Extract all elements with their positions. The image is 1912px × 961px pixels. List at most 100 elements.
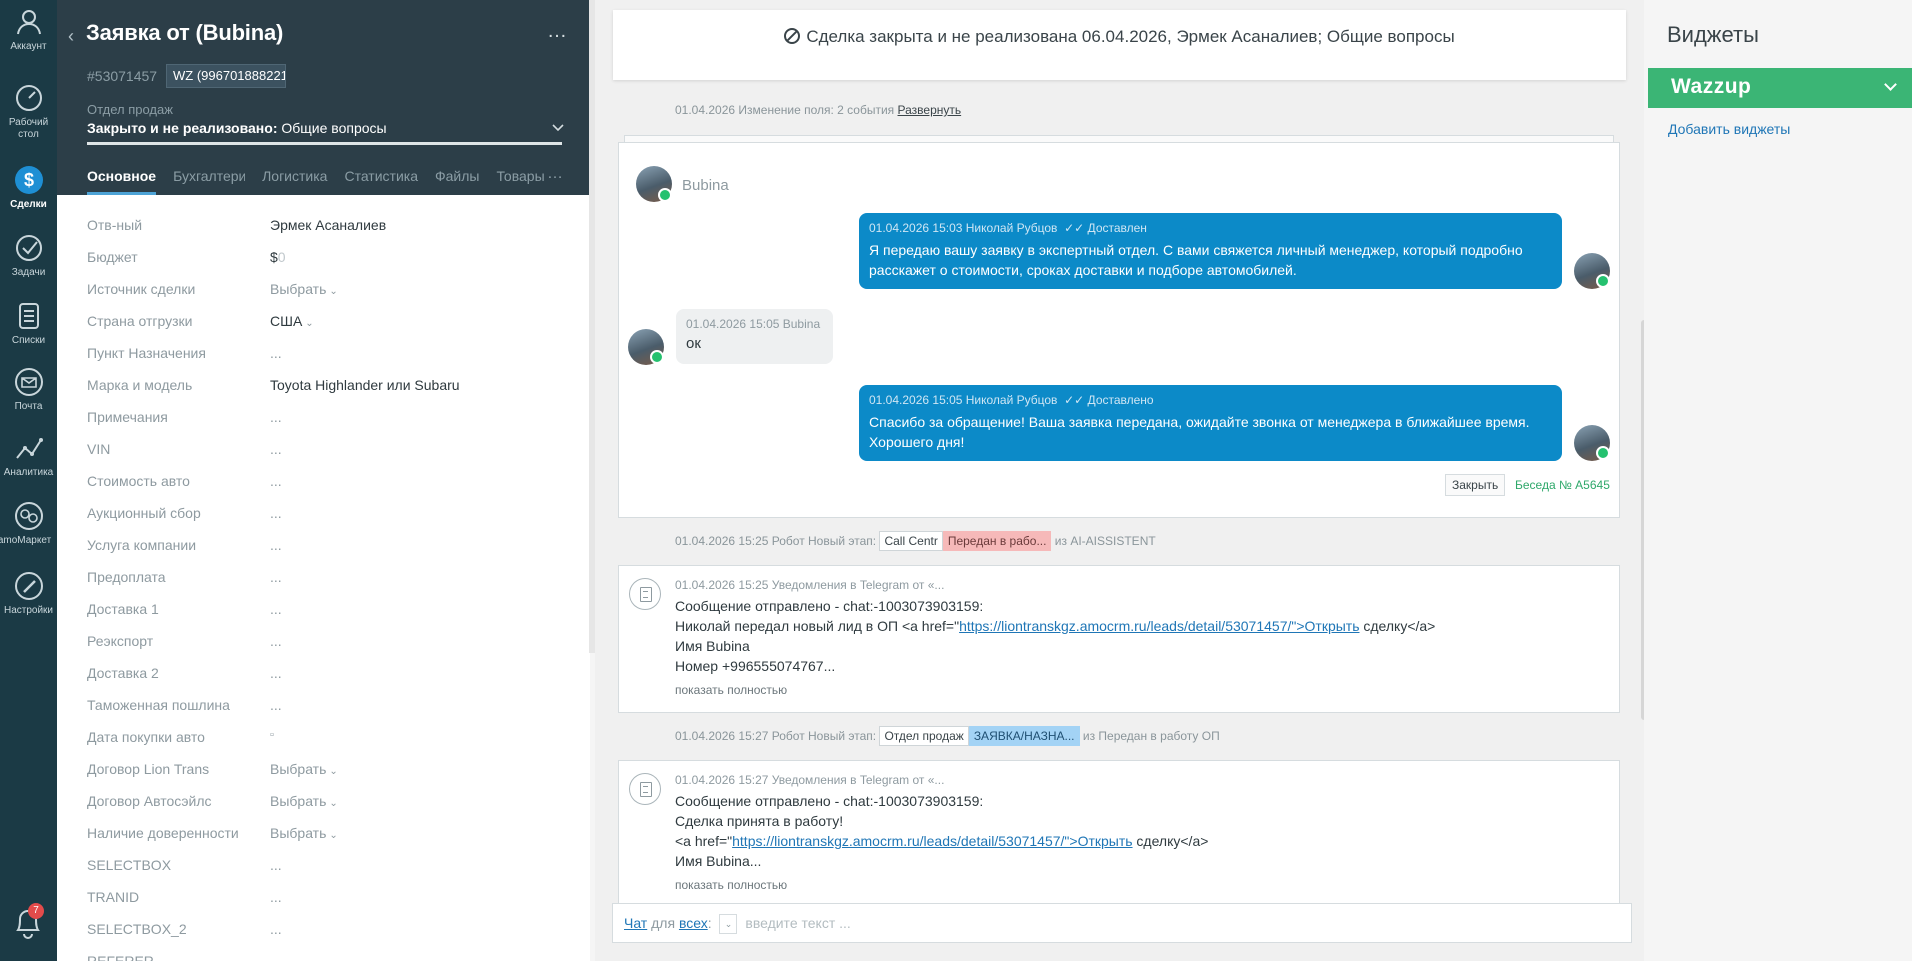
field-reexport[interactable]: Реэкспорт... — [87, 633, 567, 653]
field-value[interactable]: ... — [270, 441, 282, 457]
field-value[interactable]: ... — [270, 537, 282, 553]
field-value[interactable]: Эрмек Асаналиев — [270, 217, 386, 233]
field-contract-autosales[interactable]: Договор Автосэйлс Выбрать ⌄ — [87, 793, 567, 813]
tab-main[interactable]: Основное — [87, 165, 157, 195]
field-model[interactable]: Марка и модель Toyota Highlander или Suba… — [87, 377, 567, 397]
wazzup-logo: Wazzup — [1671, 75, 1752, 98]
show-full-link[interactable]: показать полностью — [675, 683, 787, 697]
lead-tag[interactable]: WZ (996701888221 — [166, 64, 286, 88]
field-value[interactable]: ... — [270, 473, 282, 489]
field-source[interactable]: Источник сделки Выбрать ⌄ — [87, 281, 567, 301]
expand-link[interactable]: Развернуть — [898, 103, 962, 117]
nav-dashboard[interactable]: Рабочий стол — [0, 82, 57, 141]
field-value[interactable]: Выбрать ⌄ — [270, 761, 338, 777]
contact-name[interactable]: Bubina — [682, 177, 729, 194]
back-chevron-icon[interactable]: ‹ — [68, 26, 74, 47]
field-value[interactable]: ... — [270, 345, 282, 361]
field-tranid[interactable]: TRANID... — [87, 889, 567, 909]
tab-accounting[interactable]: Бухгалтерия — [173, 165, 245, 195]
field-notes[interactable]: Примечания... — [87, 409, 567, 429]
field-purchase-date[interactable]: Дата покупки авто ▫ — [87, 729, 567, 749]
close-conversation-button[interactable]: Закрыть — [1445, 474, 1506, 496]
field-customs[interactable]: Таможенная пошлина... — [87, 697, 567, 717]
field-value[interactable]: США ⌄ — [270, 313, 314, 329]
tab-statistics[interactable]: Статистика — [344, 165, 418, 195]
conversation-link[interactable]: Беседа № A5645 — [1515, 478, 1610, 492]
field-value[interactable]: ... — [270, 505, 282, 521]
field-delivery-2[interactable]: Доставка 2... — [87, 665, 567, 685]
add-widgets-link[interactable]: Добавить виджеты — [1668, 121, 1790, 137]
chat-type-link[interactable]: Чат — [624, 915, 647, 931]
lead-more-icon[interactable]: … — [547, 20, 568, 43]
pipeline-chip: Call Centr — [879, 531, 943, 551]
deal-link[interactable]: https://liontranskgz.amocrm.ru/leads/det… — [959, 618, 1359, 634]
field-value[interactable]: Выбрать ⌄ — [270, 825, 338, 841]
field-destination[interactable]: Пункт Назначения... — [87, 345, 567, 365]
field-service[interactable]: Услуга компании... — [87, 537, 567, 557]
chat-recipient-link[interactable]: всех — [679, 915, 708, 931]
nav-market[interactable]: amoМаркет — [0, 500, 57, 547]
field-selectbox[interactable]: SELECTBOX... — [87, 857, 567, 877]
field-value[interactable]: ... — [270, 889, 282, 905]
nav-settings[interactable]: Настройки — [0, 570, 57, 617]
field-car-price[interactable]: Стоимость авто... — [87, 473, 567, 493]
notification-meta: 01.04.2026 15:25 Уведомления в Telegram … — [675, 578, 945, 592]
lead-title[interactable]: Заявка от (Bubina) — [86, 20, 283, 46]
document-icon — [629, 578, 661, 610]
nav-account-label: Аккаунт — [10, 41, 47, 52]
stage-select[interactable]: Закрыто и не реализовано: Общие вопросы — [87, 120, 387, 136]
field-contract-lion[interactable]: Договор Lion Trans Выбрать ⌄ — [87, 761, 567, 781]
stage-chevron-down-icon[interactable] — [552, 123, 564, 133]
chevron-down-icon[interactable] — [1884, 78, 1897, 91]
nav-account[interactable]: Аккаунт — [0, 6, 57, 53]
field-delivery-1[interactable]: Доставка 1... — [87, 601, 567, 621]
field-value[interactable]: Toyota Highlander или Subaru — [270, 377, 460, 393]
field-value[interactable]: ... — [270, 665, 282, 681]
wazzup-widget[interactable]: Wazzup — [1648, 68, 1912, 108]
tab-products[interactable]: Товары — [496, 165, 544, 195]
field-value[interactable]: ... — [270, 921, 282, 937]
field-value[interactable]: Выбрать ⌄ — [270, 793, 338, 809]
message-meta: 01.04.2026 15:05 Bubina — [686, 317, 821, 331]
nav-deals[interactable]: $ Сделки — [0, 164, 57, 211]
deal-link[interactable]: https://liontranskgz.amocrm.ru/leads/det… — [732, 833, 1132, 849]
field-value[interactable]: ... — [270, 569, 282, 585]
field-label: Страна отгрузки — [87, 313, 193, 329]
field-country[interactable]: Страна отгрузки США ⌄ — [87, 313, 567, 333]
field-value[interactable]: ... — [270, 601, 282, 617]
recipient-dropdown-icon[interactable]: ⌄ — [719, 914, 738, 935]
message-author-time: 01.04.2026 15:05 Николай Рубцов — [869, 393, 1058, 407]
field-referer[interactable]: REFERER — [87, 953, 567, 961]
field-responsible[interactable]: Отв-ный Эрмек Асаналиев — [87, 217, 567, 237]
chat-input-placeholder[interactable]: введите текст ... — [745, 915, 850, 931]
tab-files[interactable]: Файлы — [435, 165, 479, 195]
field-value[interactable]: ... — [270, 409, 282, 425]
nav-analytics[interactable]: Аналитика — [0, 432, 57, 479]
nav-mail[interactable]: Почта — [0, 366, 57, 413]
message-meta: 01.04.2026 15:05 Николай Рубцов ✓✓ Доста… — [869, 393, 1552, 407]
deals-icon: $ — [14, 166, 43, 194]
field-auction-fee[interactable]: Аукционный сбор... — [87, 505, 567, 525]
field-value[interactable]: $0 — [270, 249, 286, 265]
field-label: Доставка 1 — [87, 601, 159, 617]
nav-lists[interactable]: Списки — [0, 300, 57, 347]
tabs-more-icon[interactable]: … — [547, 165, 563, 183]
field-value[interactable]: ... — [270, 633, 282, 649]
field-value[interactable]: ... — [270, 857, 282, 873]
nav-tasks[interactable]: Задачи — [0, 232, 57, 279]
nav-deals-label: Сделки — [10, 199, 47, 210]
field-vin[interactable]: VIN... — [87, 441, 567, 461]
field-budget[interactable]: Бюджет $0 — [87, 249, 567, 269]
message-text: Спасибо за обращение! Ваша заявка переда… — [869, 412, 1552, 452]
field-selectbox-2[interactable]: SELECTBOX_2... — [87, 921, 567, 941]
field-power-of-attorney[interactable]: Наличие довереннoсти Выбрать ⌄ — [87, 825, 567, 845]
field-value[interactable]: ... — [270, 697, 282, 713]
show-full-link[interactable]: показать полностью — [675, 878, 787, 892]
field-value[interactable]: Выбрать ⌄ — [270, 281, 338, 297]
market-icon — [14, 502, 43, 530]
field-prepayment[interactable]: Предоплата... — [87, 569, 567, 589]
chat-composer[interactable]: Чат для всех: ⌄ введите текст ... — [612, 903, 1632, 943]
calendar-icon[interactable]: ▫ — [270, 729, 274, 741]
tab-logistics[interactable]: Логистика — [262, 165, 327, 195]
robot-suffix: из Передан в работу ОП — [1082, 729, 1220, 743]
